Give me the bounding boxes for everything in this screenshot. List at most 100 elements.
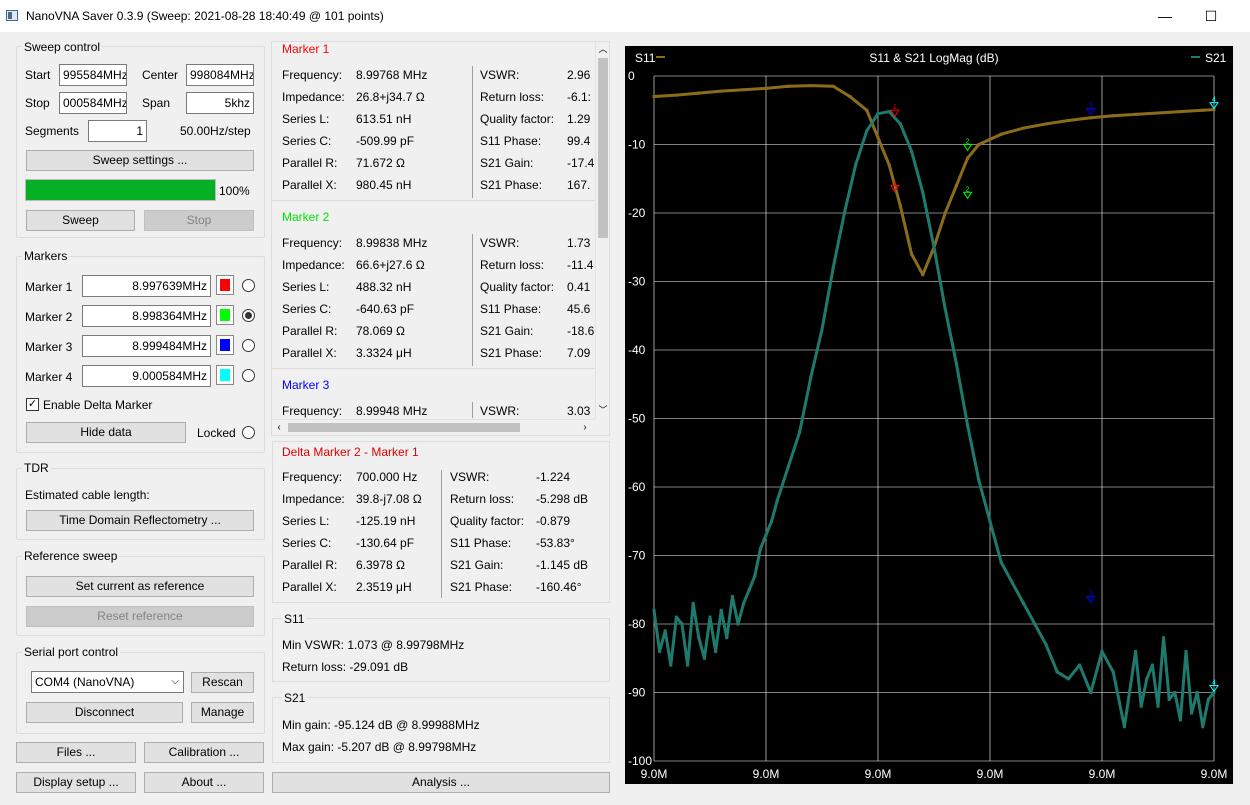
tdr-title: TDR	[22, 461, 51, 475]
series-s21-point	[887, 110, 891, 114]
series-s21-point	[1156, 704, 1160, 708]
marker-4-color-button[interactable]	[216, 365, 234, 385]
tdr-button[interactable]: Time Domain Reflectometry ...	[26, 510, 254, 531]
series-s21-point	[999, 560, 1003, 564]
s21-min-gain: Min gain: -95.124 dB @ 8.99988MHz	[282, 718, 480, 732]
series-s21-point	[742, 601, 746, 605]
marker-2-label: 2	[966, 138, 970, 145]
scroll-right-icon[interactable]: ›	[578, 420, 592, 435]
display-setup-button[interactable]: Display setup ...	[16, 772, 136, 793]
sweep-settings-button[interactable]: Sweep settings ...	[26, 150, 254, 171]
delta-key: Return loss:	[450, 492, 515, 506]
marker-3-label: 3	[1089, 103, 1093, 110]
delta-key: VSWR:	[450, 470, 490, 484]
logmag-chart[interactable]: 0 -10 -20 -30 -40 -50 -60 -70 -80 -90 -100 9.0M 9.0M…	[625, 46, 1233, 784]
maximize-button[interactable]: ☐	[1188, 0, 1234, 32]
sweep-button[interactable]: Sweep	[26, 210, 135, 231]
locked-radio[interactable]	[242, 426, 255, 439]
stop-button[interactable]: Stop	[144, 210, 254, 231]
horizontal-scrollbar[interactable]: ‹ ›	[272, 419, 595, 435]
delta-key: Series C:	[282, 536, 332, 550]
series-s11-point	[809, 84, 813, 88]
s11-return-loss: Return loss: -29.091 dB	[282, 660, 409, 674]
port-select[interactable]: COM4 (NanoVNA) ⌵	[31, 671, 184, 693]
delta-value: 700.000 Hz	[356, 470, 418, 484]
series-s21-point	[1150, 663, 1154, 667]
vertical-scrollbar[interactable]: ︿ ﹀	[595, 42, 609, 419]
rescan-button[interactable]: Rescan	[191, 672, 254, 693]
calibration-button[interactable]: Calibration ...	[144, 742, 264, 763]
detail-value: 3.03	[567, 404, 591, 418]
detail-value: -17.4	[567, 156, 595, 170]
series-s11-point	[1178, 110, 1182, 114]
scroll-left-icon[interactable]: ‹	[272, 420, 286, 435]
series-s21-point	[865, 129, 869, 133]
series-s21-point	[691, 601, 695, 605]
color-swatch-icon	[220, 309, 230, 321]
cable-length-label: Estimated cable length:	[25, 488, 150, 502]
scroll-up-icon[interactable]: ︿	[596, 42, 609, 56]
detail-key: Frequency:	[282, 236, 343, 250]
marker-1-select-radio[interactable]	[242, 279, 255, 292]
stop-input[interactable]: 000584MHz	[59, 92, 127, 114]
marker-detail-title: Marker 2	[282, 210, 330, 224]
markers-title: Markers	[22, 249, 70, 263]
span-input[interactable]: 5khz	[186, 92, 254, 114]
series-s21-point	[736, 622, 740, 626]
series-s21-point	[798, 430, 802, 434]
detail-key: Impedance:	[282, 90, 345, 104]
series-s11-point	[921, 273, 925, 277]
reset-reference-button[interactable]: Reset reference	[26, 606, 254, 627]
enable-delta-checkbox[interactable]: ✓	[26, 398, 39, 411]
disconnect-button[interactable]: Disconnect	[26, 702, 183, 723]
segments-input[interactable]: 1	[88, 120, 147, 142]
y-tick-label: -40	[628, 343, 646, 357]
color-swatch-icon	[220, 369, 230, 381]
files-button[interactable]: Files ...	[16, 742, 136, 763]
series-s21-point	[1100, 649, 1104, 653]
marker-2-color-button[interactable]	[216, 305, 234, 325]
detail-value: 66.6+j27.6 Ω	[356, 258, 425, 272]
horizontal-scroll-thumb[interactable]	[288, 423, 520, 432]
center-input[interactable]: 998084MHz	[186, 64, 254, 86]
series-s21-point	[747, 588, 751, 592]
detail-key: S21 Phase:	[480, 346, 543, 360]
port-select-value: COM4 (NanoVNA)	[35, 675, 135, 689]
detail-value: 1.29	[567, 112, 591, 126]
detail-key: Return loss:	[480, 90, 545, 104]
manage-button[interactable]: Manage	[191, 702, 254, 723]
series-s21-point	[1167, 697, 1171, 701]
about-button[interactable]: About ...	[144, 772, 264, 793]
y-tick-label: -100	[628, 754, 652, 768]
locked-label: Locked	[197, 426, 236, 440]
marker-2-select-radio[interactable]	[242, 309, 255, 322]
marker-4-frequency-input[interactable]: 9.000584MHz	[82, 365, 211, 387]
hide-data-button[interactable]: Hide data	[26, 422, 186, 443]
detail-key: VSWR:	[480, 236, 520, 250]
series-s21-point	[1139, 704, 1143, 708]
start-input[interactable]: 995584MHz	[59, 64, 127, 86]
detail-key: Series C:	[282, 134, 332, 148]
set-reference-button[interactable]: Set current as reference	[26, 576, 254, 597]
marker-1-frequency-input[interactable]: 8.997639MHz	[82, 275, 211, 297]
marker-4-select-radio[interactable]	[242, 369, 255, 382]
marker-1-color-button[interactable]	[216, 275, 234, 295]
marker-2-frequency-input[interactable]: 8.998364MHz	[82, 305, 211, 327]
delta-marker-title: Delta Marker 2 - Marker 1	[282, 445, 419, 459]
series-s21-point	[1078, 663, 1082, 667]
s11-min-vswr: Min VSWR: 1.073 @ 8.99798MHz	[282, 638, 465, 652]
minimize-button[interactable]: —	[1142, 0, 1188, 32]
series-s11-point	[954, 184, 958, 188]
scroll-down-icon[interactable]: ﹀	[596, 403, 609, 417]
vertical-scroll-thumb[interactable]	[598, 58, 608, 238]
analysis-button[interactable]: Analysis ...	[272, 772, 610, 793]
y-tick-label: -20	[628, 206, 646, 220]
marker-3-color-button[interactable]	[216, 335, 234, 355]
marker-3-frequency-input[interactable]: 8.999484MHz	[82, 335, 211, 357]
series-s21-point	[680, 622, 684, 626]
marker-4-label: 4	[1212, 680, 1216, 687]
marker-3-select-radio[interactable]	[242, 339, 255, 352]
series-s11-point	[999, 132, 1003, 136]
series-s21-point	[674, 615, 678, 619]
marker-2-label: 2	[966, 186, 970, 193]
